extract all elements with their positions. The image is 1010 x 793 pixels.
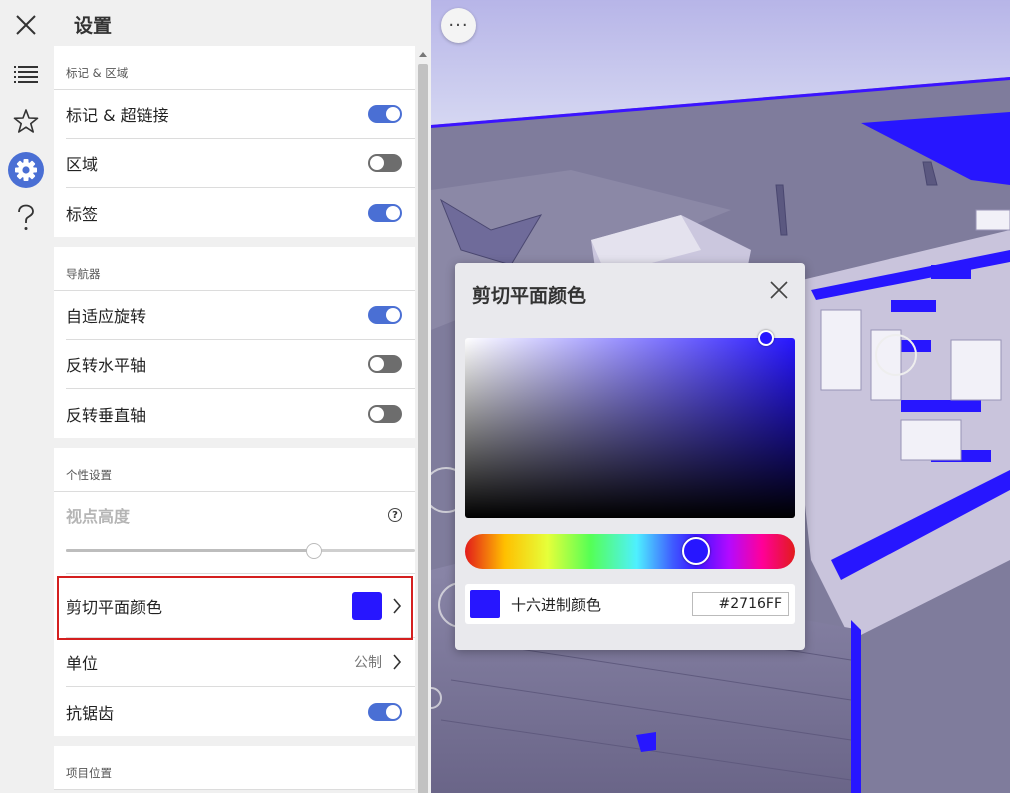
scroll-up-arrow-icon[interactable] (419, 52, 427, 57)
page-title: 设置 (74, 15, 113, 37)
section-personal: 个性设置 视点高度 ? 剪切平面颜色 单位 公制 抗锯齿 (54, 448, 415, 736)
row-clip-plane-color[interactable]: 剪切平面颜色 (66, 574, 415, 638)
row-markup-links: 标记 & 超链接 (66, 90, 415, 139)
row-label: 反转水平轴 (66, 356, 147, 375)
favorites-button[interactable] (6, 101, 46, 141)
hue-thumb[interactable] (682, 537, 710, 565)
scrollbar[interactable] (415, 46, 431, 793)
gear-icon (8, 152, 44, 188)
row-invert-vertical: 反转垂直轴 (66, 389, 415, 438)
row-regions: 区域 (66, 139, 415, 188)
section-project-location: 项目位置 (54, 746, 415, 790)
toggle-knob (386, 308, 400, 322)
star-icon (13, 109, 39, 133)
row-label: 标签 (66, 204, 99, 224)
settings-button[interactable] (6, 150, 46, 190)
chevron-right-icon (393, 654, 402, 670)
hex-label: 十六进制颜色 (511, 595, 602, 614)
row-eye-height: 视点高度 ? (66, 492, 415, 538)
close-icon (16, 15, 36, 35)
toggle-antialias[interactable] (368, 702, 402, 721)
icon-rail (0, 0, 52, 793)
slider-fill (66, 549, 314, 552)
row-label: 自适应旋转 (66, 307, 147, 326)
chevron-right-icon (393, 597, 402, 614)
section-header: 标记 & 区域 (54, 46, 415, 90)
toggle-markup-links[interactable] (368, 105, 402, 123)
saturation-value-area[interactable] (465, 338, 795, 518)
saturation-value-thumb[interactable] (758, 330, 774, 346)
hue-slider[interactable] (465, 534, 795, 569)
close-button[interactable] (6, 5, 46, 45)
row-tags: 标签 (66, 188, 415, 237)
hex-input[interactable] (692, 592, 789, 616)
row-label: 视点高度 (66, 507, 131, 526)
toggle-adaptive-rotation[interactable] (368, 306, 402, 324)
color-swatch (470, 590, 500, 618)
units-value: 公制 (354, 655, 382, 671)
toggle-regions[interactable] (368, 154, 402, 172)
list-button[interactable] (6, 54, 46, 94)
row-label: 抗锯齿 (66, 703, 115, 723)
close-icon[interactable] (770, 281, 788, 299)
help-icon (18, 204, 34, 230)
toggle-knob (386, 205, 400, 220)
row-invert-horizontal: 反转水平轴 (66, 340, 415, 389)
hex-color-row: 十六进制颜色 (465, 584, 795, 624)
more-options-button[interactable]: ··· (441, 8, 476, 43)
slider-thumb[interactable] (305, 543, 322, 559)
section-header: 个性设置 (54, 448, 415, 492)
toggle-knob (370, 156, 384, 170)
section-header: 导航器 (54, 247, 415, 291)
settings-panel: 标记 & 区域 标记 & 超链接 区域 标签 导航器 自适应旋转 反转水平轴 反… (54, 46, 415, 793)
toggle-knob (386, 107, 400, 121)
section-markup: 标记 & 区域 标记 & 超链接 区域 标签 (54, 46, 415, 237)
scroll-thumb[interactable] (418, 64, 428, 793)
help-button[interactable] (6, 198, 46, 238)
row-antialias: 抗锯齿 (66, 687, 415, 736)
list-icon (14, 66, 38, 83)
toggle-invert-vertical[interactable] (368, 404, 402, 423)
toggle-knob (370, 357, 384, 371)
dialog-title: 剪切平面颜色 (472, 285, 587, 307)
toggle-invert-horizontal[interactable] (368, 355, 402, 373)
row-label: 反转垂直轴 (66, 405, 147, 425)
row-right (352, 591, 402, 620)
eye-height-slider[interactable] (66, 538, 415, 574)
section-navigator: 导航器 自适应旋转 反转水平轴 反转垂直轴 (54, 247, 415, 438)
row-adaptive-rotation: 自适应旋转 (66, 291, 415, 340)
color-swatch[interactable] (352, 591, 382, 620)
row-label: 区域 (66, 155, 99, 174)
color-picker-dialog: 剪切平面颜色 十六进制颜色 (455, 263, 805, 650)
toggle-tags[interactable] (368, 203, 402, 222)
row-label: 单位 (66, 654, 99, 673)
row-right: 公制 (354, 652, 402, 672)
row-label: 剪切平面颜色 (66, 597, 163, 617)
section-header: 项目位置 (54, 746, 415, 790)
help-icon[interactable]: ? (388, 508, 402, 522)
row-units[interactable]: 单位 公制 (66, 638, 415, 687)
row-label: 标记 & 超链接 (66, 106, 169, 125)
toggle-knob (386, 704, 400, 719)
toggle-knob (370, 406, 384, 421)
